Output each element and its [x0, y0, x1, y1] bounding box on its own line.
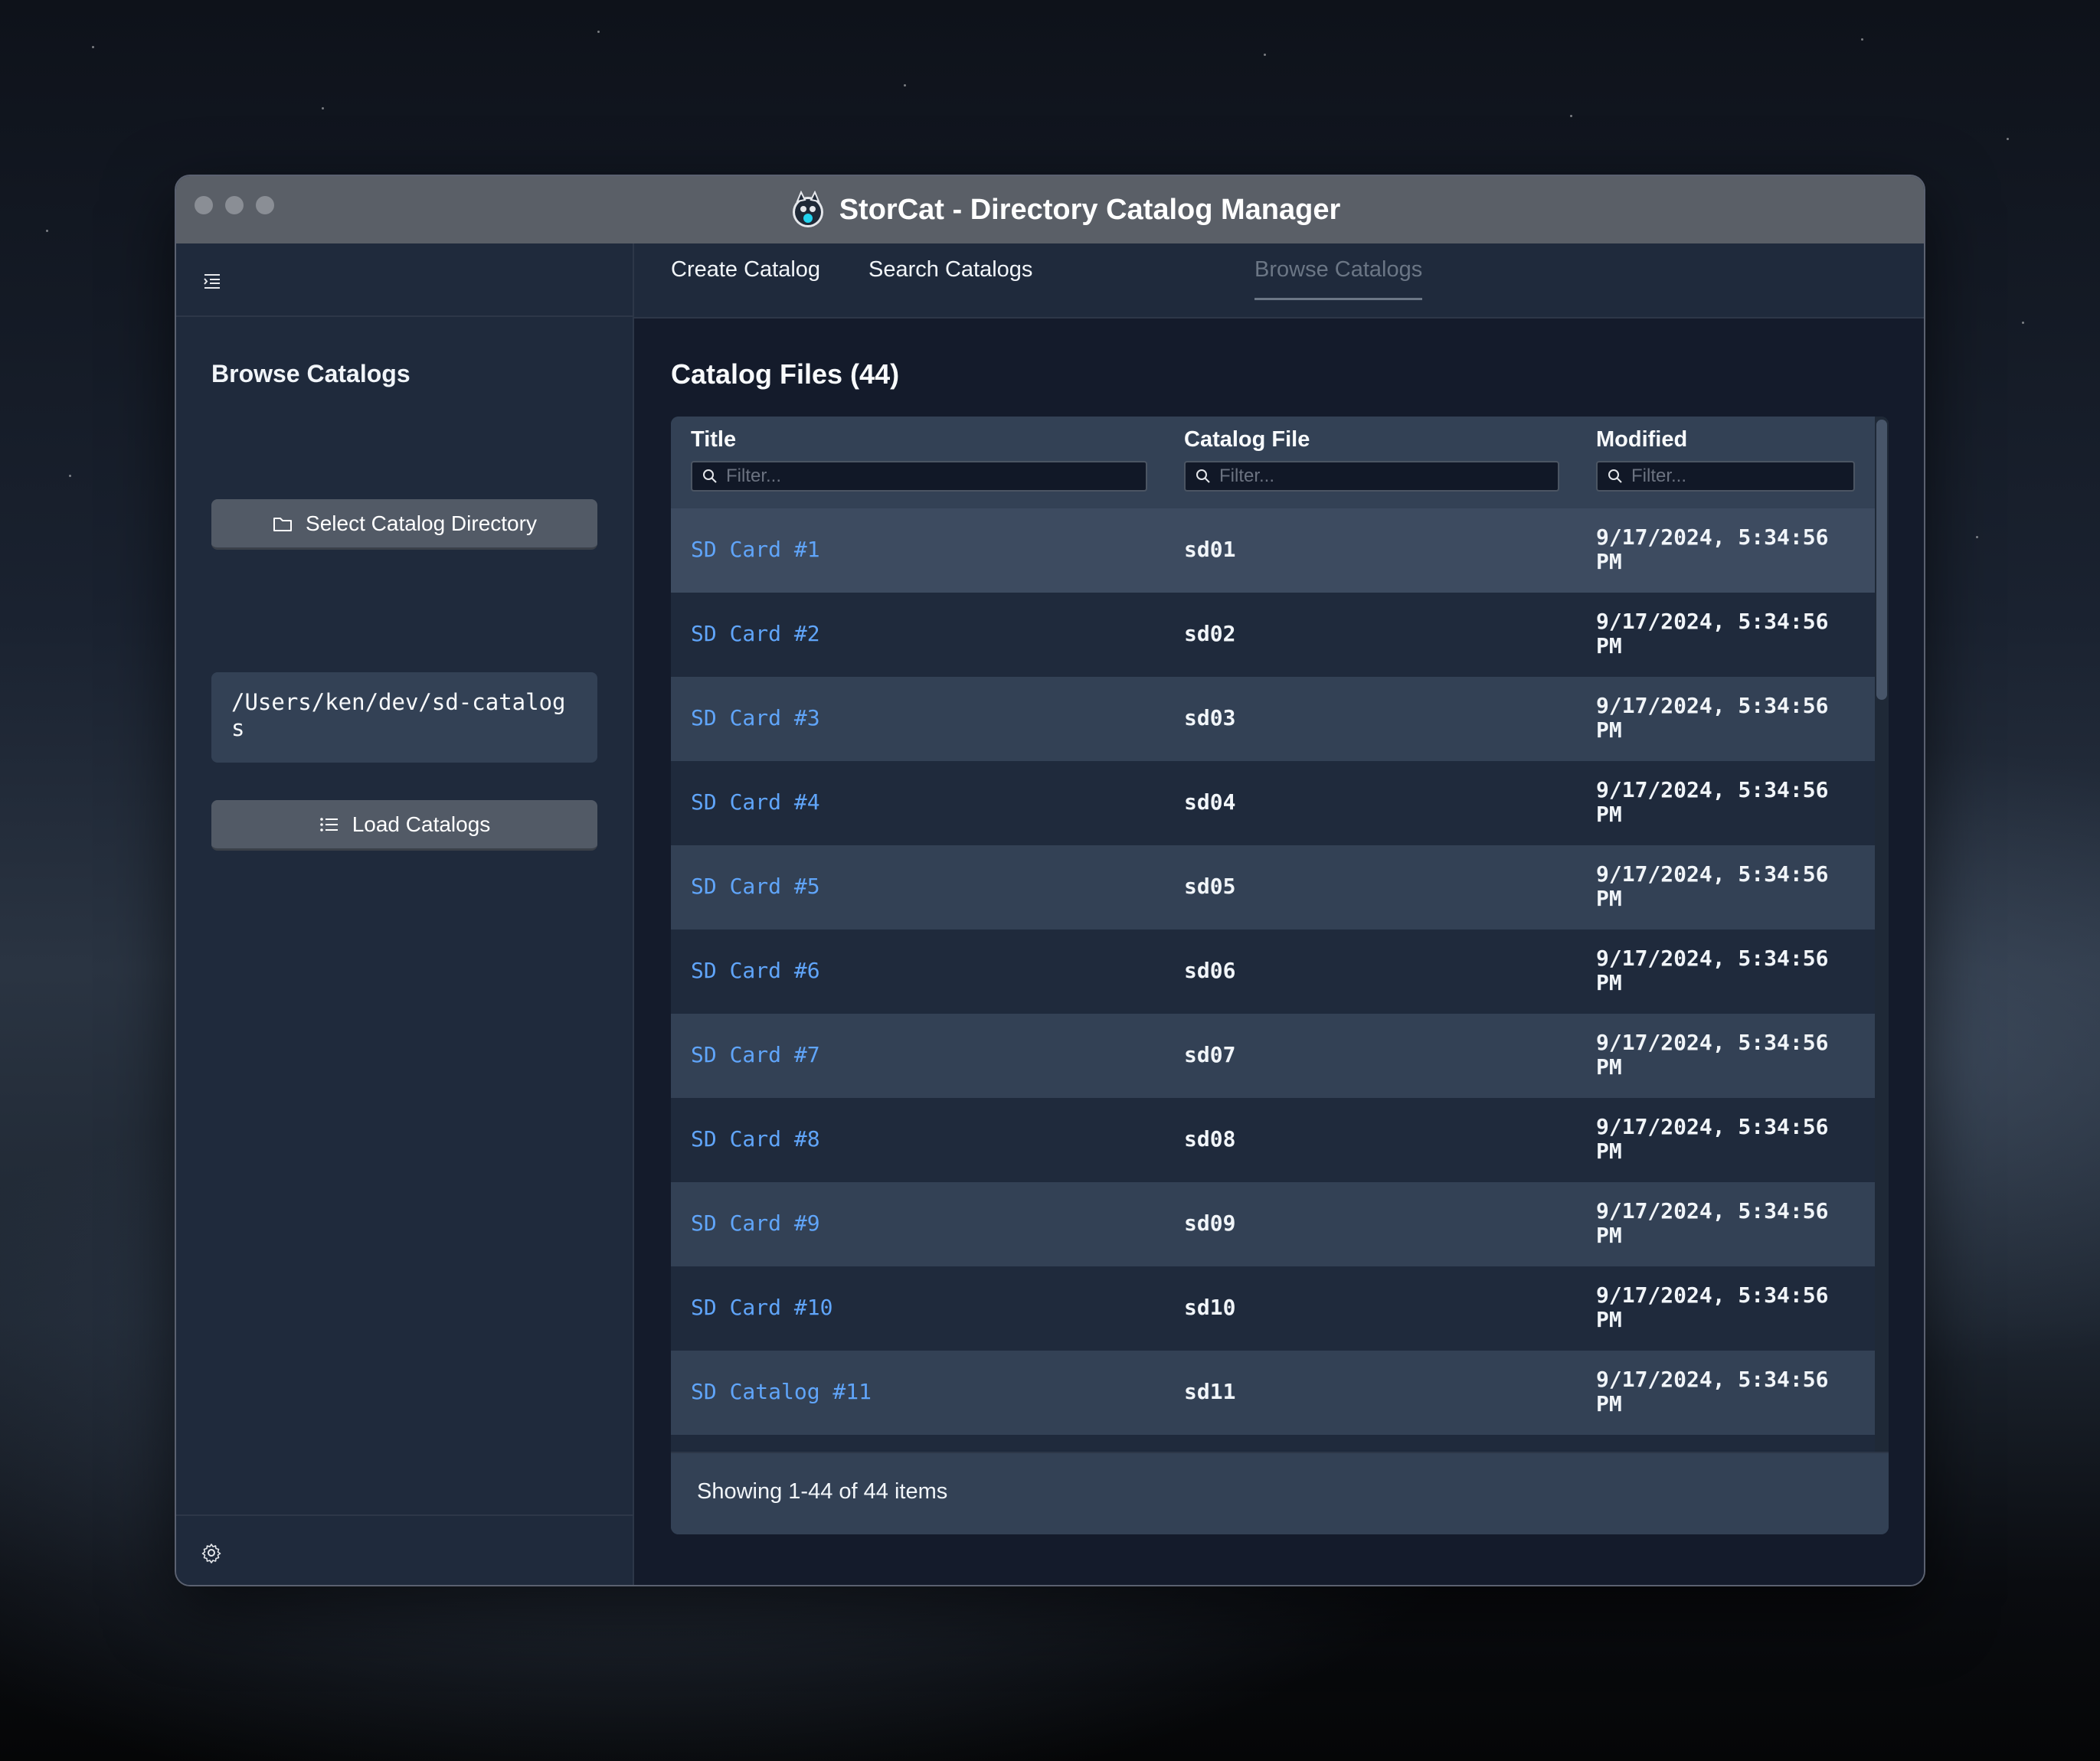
search-icon [1608, 469, 1622, 483]
modified-filter[interactable] [1596, 461, 1855, 492]
window-title: StorCat - Directory Catalog Manager [839, 193, 1341, 226]
table-scrollbar[interactable] [1875, 417, 1889, 1452]
row-modified: 9/17/2024, 5:34:56 PM [1596, 1114, 1829, 1164]
table-body: SD Card #1 sd01 9/17/2024, 5:34:56 PM SD… [671, 508, 1875, 1452]
table-row[interactable]: SD Card #9 sd09 9/17/2024, 5:34:56 PM [671, 1182, 1875, 1266]
row-title-link[interactable]: SD Card #3 [691, 705, 820, 730]
zoom-window-button[interactable] [256, 196, 274, 214]
row-catalog-file: sd07 [1184, 1042, 1236, 1067]
scrollbar-thumb[interactable] [1876, 420, 1887, 700]
row-title-link[interactable]: SD Card #8 [691, 1126, 820, 1152]
table-row[interactable] [671, 1435, 1875, 1452]
row-catalog-file: sd05 [1184, 874, 1236, 899]
row-modified: 9/17/2024, 5:34:56 PM [1596, 1198, 1829, 1248]
row-title-link[interactable]: SD Card #6 [691, 958, 820, 983]
sidebar: Browse Catalogs Select Catalog Directory… [176, 243, 634, 1585]
table-row[interactable]: SD Card #3 sd03 9/17/2024, 5:34:56 PM [671, 677, 1875, 761]
tab-create-catalog[interactable]: Create Catalog [671, 254, 820, 300]
row-title-link[interactable]: SD Card #9 [691, 1210, 820, 1236]
row-title-link[interactable]: SD Card #4 [691, 789, 820, 815]
load-catalogs-label: Load Catalogs [352, 812, 491, 836]
row-catalog-file: sd08 [1184, 1126, 1236, 1152]
row-modified: 9/17/2024, 5:34:56 PM [1596, 1030, 1829, 1080]
minimize-window-button[interactable] [225, 196, 244, 214]
pagination-summary: Showing 1-44 of 44 items [697, 1479, 948, 1504]
row-modified: 9/17/2024, 5:34:56 PM [1596, 609, 1829, 658]
folder-icon [273, 517, 293, 531]
row-modified: 9/17/2024, 5:34:56 PM [1596, 861, 1829, 911]
row-catalog-file: sd10 [1184, 1295, 1236, 1320]
sidebar-heading: Browse Catalogs [211, 360, 411, 387]
catalog-table: Title Catalog File Modified [671, 417, 1889, 1534]
select-catalog-directory-button[interactable]: Select Catalog Directory [211, 499, 597, 550]
tab-browse-catalogs[interactable]: Browse Catalogs [1254, 254, 1423, 300]
select-catalog-directory-label: Select Catalog Directory [306, 511, 537, 535]
sidebar-header [176, 243, 633, 317]
row-title-link[interactable]: SD Card #5 [691, 874, 820, 899]
column-header-catalog-file[interactable]: Catalog File [1184, 427, 1310, 453]
menu-indent-icon[interactable] [202, 271, 222, 291]
row-catalog-file: sd06 [1184, 958, 1236, 983]
catalog-file-filter[interactable] [1184, 461, 1559, 492]
row-catalog-file: sd01 [1184, 537, 1236, 562]
column-header-title[interactable]: Title [691, 427, 736, 453]
row-title-link[interactable]: SD Card #10 [691, 1295, 832, 1320]
table-row[interactable]: SD Card #6 sd06 9/17/2024, 5:34:56 PM [671, 930, 1875, 1014]
table-row[interactable]: SD Card #10 sd10 9/17/2024, 5:34:56 PM [671, 1266, 1875, 1351]
row-title-link[interactable]: SD Catalog #11 [691, 1379, 872, 1404]
title-bar: StorCat - Directory Catalog Manager [176, 176, 1924, 243]
title-group: StorCat - Directory Catalog Manager [790, 191, 1341, 229]
sidebar-footer [176, 1514, 633, 1585]
table-row[interactable]: SD Card #5 sd05 9/17/2024, 5:34:56 PM [671, 845, 1875, 930]
directory-path-display: /Users/ken/dev/sd-catalogs [211, 672, 597, 763]
row-catalog-file: sd04 [1184, 789, 1236, 815]
table-footer: Showing 1-44 of 44 items [671, 1452, 1889, 1534]
storcat-logo-icon [792, 191, 823, 227]
tab-search-catalogs[interactable]: Search Catalogs [868, 254, 1032, 300]
table-row[interactable]: SD Catalog #11 sd11 9/17/2024, 5:34:56 P… [671, 1351, 1875, 1435]
close-window-button[interactable] [195, 196, 213, 214]
table-row[interactable]: SD Card #7 sd07 9/17/2024, 5:34:56 PM [671, 1014, 1875, 1098]
tab-bar: Create Catalog Search Catalogs Browse Ca… [634, 243, 1924, 319]
app-window: StorCat - Directory Catalog Manager Brow… [175, 175, 1925, 1586]
row-modified: 9/17/2024, 5:34:56 PM [1596, 777, 1829, 827]
title-filter[interactable] [691, 461, 1147, 492]
column-header-modified[interactable]: Modified [1596, 427, 1687, 453]
modified-filter-input[interactable] [1631, 466, 1853, 487]
row-title-link[interactable]: SD Card #7 [691, 1042, 820, 1067]
search-icon [1196, 469, 1210, 483]
search-icon [703, 469, 717, 483]
row-title-link[interactable]: SD Card #1 [691, 537, 820, 562]
main-panel: Create Catalog Search Catalogs Browse Ca… [634, 243, 1924, 1585]
row-catalog-file: sd02 [1184, 621, 1236, 646]
row-modified: 9/17/2024, 5:34:56 PM [1596, 946, 1829, 995]
row-modified: 9/17/2024, 5:34:56 PM [1596, 1367, 1829, 1416]
table-row[interactable]: SD Card #2 sd02 9/17/2024, 5:34:56 PM [671, 593, 1875, 677]
gear-icon[interactable] [201, 1542, 222, 1563]
load-catalogs-button[interactable]: Load Catalogs [211, 800, 597, 851]
catalog-file-filter-input[interactable] [1219, 466, 1558, 487]
table-row[interactable]: SD Card #4 sd04 9/17/2024, 5:34:56 PM [671, 761, 1875, 845]
row-catalog-file: sd11 [1184, 1379, 1236, 1404]
table-row[interactable]: SD Card #1 sd01 9/17/2024, 5:34:56 PM [671, 508, 1875, 593]
row-title-link[interactable]: SD Card #2 [691, 621, 820, 646]
window-controls [195, 196, 274, 214]
row-catalog-file: sd09 [1184, 1210, 1236, 1236]
table-header: Title Catalog File Modified [671, 417, 1876, 508]
row-modified: 9/17/2024, 5:34:56 PM [1596, 524, 1829, 574]
row-modified: 9/17/2024, 5:34:56 PM [1596, 1282, 1829, 1332]
title-filter-input[interactable] [726, 466, 1146, 487]
section-title: Catalog Files (44) [671, 358, 900, 390]
table-row[interactable]: SD Card #8 sd08 9/17/2024, 5:34:56 PM [671, 1098, 1875, 1182]
row-catalog-file: sd03 [1184, 705, 1236, 730]
list-icon [319, 817, 338, 831]
row-modified: 9/17/2024, 5:34:56 PM [1596, 693, 1829, 743]
